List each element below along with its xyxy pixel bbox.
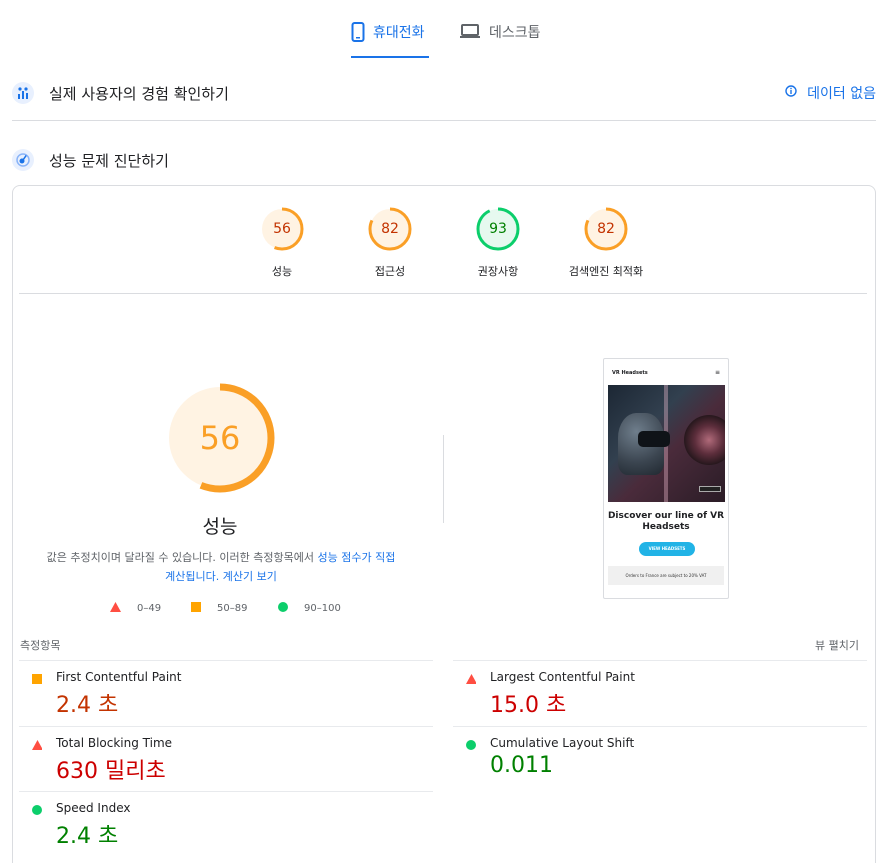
performance-description: 값은 추정치이며 달라질 수 있습니다. 이러한 측정항목에서 성능 점수가 직… bbox=[40, 548, 402, 586]
square-icon bbox=[191, 602, 201, 615]
screenshot-hero-image bbox=[608, 385, 725, 502]
page-screenshot: VR Headsets ≡ Discover our line of VR He… bbox=[603, 358, 729, 599]
metrics-label: 측정항목 bbox=[20, 639, 61, 652]
tab-desktop[interactable]: 데스크톱 bbox=[459, 22, 541, 58]
no-data-label: 데이터 없음 bbox=[807, 86, 876, 102]
circle-icon bbox=[32, 805, 42, 815]
expand-view-button[interactable]: 뷰 펼치기 bbox=[815, 637, 859, 653]
screenshot-button: VIEW HEADSETS bbox=[639, 542, 695, 556]
no-data-link[interactable]: 데이터 없음 bbox=[785, 83, 876, 103]
section-divider bbox=[12, 120, 876, 121]
legend-average: 50–89 bbox=[191, 602, 247, 615]
circle-icon bbox=[278, 602, 288, 615]
category-score: 56 bbox=[273, 221, 291, 237]
gauges-divider bbox=[19, 293, 867, 294]
metric-name: Largest Contentful Paint bbox=[490, 670, 635, 684]
category-label: 성능 bbox=[271, 265, 293, 278]
category-score: 93 bbox=[489, 221, 507, 237]
calculator-link[interactable]: 계산기 보기 bbox=[223, 570, 277, 583]
category-score: 82 bbox=[381, 221, 399, 237]
metric-value: 0.011 bbox=[490, 753, 553, 778]
metric-value: 15.0 초 bbox=[490, 693, 567, 718]
mobile-icon bbox=[351, 22, 365, 42]
metric-name: Total Blocking Time bbox=[56, 736, 173, 750]
category-score: 82 bbox=[597, 221, 615, 237]
performance-title: 성능 bbox=[202, 516, 238, 538]
tab-desktop-label: 데스크톱 bbox=[489, 25, 541, 41]
metric-name: First Contentful Paint bbox=[56, 670, 182, 684]
metric-value: 2.4 초 bbox=[56, 693, 119, 718]
legend-fail-label: 0–49 bbox=[137, 603, 162, 614]
metric-value: 630 밀리초 bbox=[56, 759, 166, 784]
users-chart-icon bbox=[12, 82, 34, 104]
category-label: 권장사항 bbox=[477, 265, 519, 278]
triangle-icon bbox=[466, 674, 476, 684]
category-gauge[interactable]: 82 검색엔진 최적화 bbox=[561, 207, 651, 279]
vertical-divider bbox=[443, 435, 444, 523]
field-data-header: 실제 사용자의 경험 확인하기 bbox=[12, 81, 876, 105]
performance-desc-text: 값은 추정치이며 달라질 수 있습니다. 이러한 측정항목에서 bbox=[46, 551, 318, 564]
legend-pass: 90–100 bbox=[278, 602, 341, 615]
category-label: 접근성 bbox=[374, 265, 406, 278]
legend-average-label: 50–89 bbox=[217, 603, 248, 614]
legend-pass-label: 90–100 bbox=[304, 603, 341, 614]
metric-name: Cumulative Layout Shift bbox=[490, 736, 635, 750]
diagnose-icon bbox=[12, 149, 34, 171]
performance-gauge: 56 bbox=[165, 383, 275, 493]
metric-value: 2.4 초 bbox=[56, 824, 119, 849]
circle-icon bbox=[466, 740, 476, 750]
metric-name: Speed Index bbox=[56, 801, 131, 815]
screenshot-brand: VR Headsets bbox=[612, 370, 648, 376]
info-icon bbox=[785, 85, 797, 101]
triangle-icon bbox=[32, 740, 42, 750]
triangle-icon bbox=[110, 602, 121, 615]
tab-mobile-label: 휴대전화 bbox=[373, 25, 425, 41]
tab-mobile[interactable]: 휴대전화 bbox=[351, 22, 429, 58]
screenshot-headline: Discover our line of VR Headsets bbox=[607, 511, 725, 532]
category-gauge[interactable]: 82 접근성 bbox=[345, 207, 435, 279]
lab-data-header: 성능 문제 진단하기 bbox=[12, 148, 876, 172]
category-gauge[interactable]: 93 권장사항 bbox=[453, 207, 543, 279]
category-gauge[interactable]: 56 성능 bbox=[237, 207, 327, 279]
legend-fail: 0–49 bbox=[110, 602, 161, 615]
category-label: 검색엔진 최적화 bbox=[568, 265, 644, 278]
screenshot-note: Orders to France are subject to 20% VAT bbox=[608, 566, 724, 585]
field-data-title: 실제 사용자의 경험 확인하기 bbox=[49, 84, 229, 103]
laptop-icon bbox=[459, 22, 481, 40]
lab-data-title: 성능 문제 진단하기 bbox=[49, 151, 169, 170]
performance-score: 56 bbox=[199, 419, 241, 457]
square-icon bbox=[32, 674, 42, 684]
hamburger-icon: ≡ bbox=[714, 369, 720, 376]
